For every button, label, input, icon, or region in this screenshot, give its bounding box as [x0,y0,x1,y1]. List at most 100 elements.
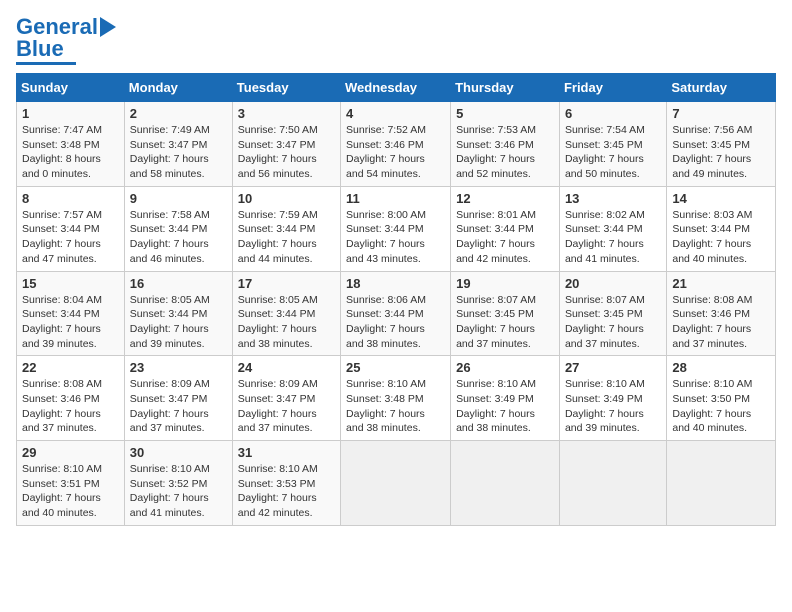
col-header-tuesday: Tuesday [232,74,340,102]
day-info: Sunrise: 8:10 AM Sunset: 3:53 PM Dayligh… [238,462,335,521]
day-number: 20 [565,276,661,291]
day-info: Sunrise: 7:58 AM Sunset: 3:44 PM Dayligh… [130,208,227,267]
day-cell: 3 Sunrise: 7:50 AM Sunset: 3:47 PM Daylig… [232,102,340,187]
day-cell: 31Sunrise: 8:10 AM Sunset: 3:53 PM Dayli… [232,441,340,526]
day-cell: 29 Sunrise: 8:10 AM Sunset: 3:51 PM Dayli… [17,441,125,526]
day-number: 4 [346,106,445,121]
day-info: Sunrise: 8:05 AM Sunset: 3:44 PM Dayligh… [130,293,227,352]
day-info: Sunrise: 8:06 AM Sunset: 3:44 PM Dayligh… [346,293,445,352]
day-cell: 16 Sunrise: 8:05 AM Sunset: 3:44 PM Dayli… [124,271,232,356]
day-cell: 1 Sunrise: 7:47 AM Sunset: 3:48 PM Daylig… [17,102,125,187]
day-number: 23 [130,360,227,375]
day-number: 1 [22,106,119,121]
day-number: 18 [346,276,445,291]
day-cell: 4 Sunrise: 7:52 AM Sunset: 3:46 PM Daylig… [341,102,451,187]
col-header-friday: Friday [559,74,666,102]
day-cell: 6 Sunrise: 7:54 AM Sunset: 3:45 PM Daylig… [559,102,666,187]
day-number: 30 [130,445,227,460]
day-cell: 15 Sunrise: 8:04 AM Sunset: 3:44 PM Dayli… [17,271,125,356]
day-number: 27 [565,360,661,375]
day-cell: 8Sunrise: 7:57 AM Sunset: 3:44 PM Daylig… [17,186,125,271]
day-number: 26 [456,360,554,375]
logo-arrow-icon [100,17,116,37]
week-row-2: 8Sunrise: 7:57 AM Sunset: 3:44 PM Daylig… [17,186,776,271]
day-number: 10 [238,191,335,206]
col-header-sunday: Sunday [17,74,125,102]
day-info: Sunrise: 8:00 AM Sunset: 3:44 PM Dayligh… [346,208,445,267]
day-cell: 27 Sunrise: 8:10 AM Sunset: 3:49 PM Dayli… [559,356,666,441]
day-info: Sunrise: 8:10 AM Sunset: 3:51 PM Dayligh… [22,462,119,521]
col-header-monday: Monday [124,74,232,102]
day-info: Sunrise: 7:56 AM Sunset: 3:45 PM Dayligh… [672,123,770,182]
day-number: 28 [672,360,770,375]
day-cell: 5 Sunrise: 7:53 AM Sunset: 3:46 PM Daylig… [451,102,560,187]
day-cell: 9 Sunrise: 7:58 AM Sunset: 3:44 PM Daylig… [124,186,232,271]
day-cell: 23Sunrise: 8:09 AM Sunset: 3:47 PM Dayli… [124,356,232,441]
day-cell [451,441,560,526]
day-info: Sunrise: 7:49 AM Sunset: 3:47 PM Dayligh… [130,123,227,182]
day-number: 25 [346,360,445,375]
day-cell: 24Sunrise: 8:09 AM Sunset: 3:47 PM Dayli… [232,356,340,441]
day-number: 19 [456,276,554,291]
day-info: Sunrise: 7:54 AM Sunset: 3:45 PM Dayligh… [565,123,661,182]
day-cell: 17 Sunrise: 8:05 AM Sunset: 3:44 PM Dayli… [232,271,340,356]
day-number: 21 [672,276,770,291]
col-header-thursday: Thursday [451,74,560,102]
logo: General Blue [16,16,116,65]
logo-text: General [16,16,98,38]
day-cell [667,441,776,526]
header: General Blue [16,16,776,65]
day-cell: 25 Sunrise: 8:10 AM Sunset: 3:48 PM Dayli… [341,356,451,441]
day-number: 9 [130,191,227,206]
day-cell: 18 Sunrise: 8:06 AM Sunset: 3:44 PM Dayli… [341,271,451,356]
day-cell [341,441,451,526]
day-number: 14 [672,191,770,206]
day-info: Sunrise: 8:10 AM Sunset: 3:52 PM Dayligh… [130,462,227,521]
day-cell: 20 Sunrise: 8:07 AM Sunset: 3:45 PM Dayli… [559,271,666,356]
col-header-saturday: Saturday [667,74,776,102]
day-number: 16 [130,276,227,291]
day-number: 6 [565,106,661,121]
day-cell: 14 Sunrise: 8:03 AM Sunset: 3:44 PM Dayli… [667,186,776,271]
day-info: Sunrise: 8:09 AM Sunset: 3:47 PM Dayligh… [238,377,335,436]
day-info: Sunrise: 8:07 AM Sunset: 3:45 PM Dayligh… [565,293,661,352]
week-row-5: 29 Sunrise: 8:10 AM Sunset: 3:51 PM Dayli… [17,441,776,526]
day-info: Sunrise: 7:53 AM Sunset: 3:46 PM Dayligh… [456,123,554,182]
day-cell [559,441,666,526]
day-info: Sunrise: 8:04 AM Sunset: 3:44 PM Dayligh… [22,293,119,352]
calendar-table: SundayMondayTuesdayWednesdayThursdayFrid… [16,73,776,526]
day-info: Sunrise: 8:03 AM Sunset: 3:44 PM Dayligh… [672,208,770,267]
day-info: Sunrise: 8:10 AM Sunset: 3:50 PM Dayligh… [672,377,770,436]
day-number: 17 [238,276,335,291]
day-info: Sunrise: 8:08 AM Sunset: 3:46 PM Dayligh… [22,377,119,436]
day-cell: 26Sunrise: 8:10 AM Sunset: 3:49 PM Dayli… [451,356,560,441]
day-info: Sunrise: 8:10 AM Sunset: 3:48 PM Dayligh… [346,377,445,436]
day-cell: 7Sunrise: 7:56 AM Sunset: 3:45 PM Daylig… [667,102,776,187]
day-cell: 12 Sunrise: 8:01 AM Sunset: 3:44 PM Dayli… [451,186,560,271]
day-info: Sunrise: 8:01 AM Sunset: 3:44 PM Dayligh… [456,208,554,267]
day-info: Sunrise: 8:10 AM Sunset: 3:49 PM Dayligh… [565,377,661,436]
day-info: Sunrise: 7:59 AM Sunset: 3:44 PM Dayligh… [238,208,335,267]
day-info: Sunrise: 7:57 AM Sunset: 3:44 PM Dayligh… [22,208,119,267]
day-cell: 19 Sunrise: 8:07 AM Sunset: 3:45 PM Dayli… [451,271,560,356]
day-info: Sunrise: 7:50 AM Sunset: 3:47 PM Dayligh… [238,123,335,182]
day-number: 3 [238,106,335,121]
day-number: 5 [456,106,554,121]
day-cell: 2Sunrise: 7:49 AM Sunset: 3:47 PM Daylig… [124,102,232,187]
day-info: Sunrise: 8:08 AM Sunset: 3:46 PM Dayligh… [672,293,770,352]
day-number: 15 [22,276,119,291]
day-info: Sunrise: 8:05 AM Sunset: 3:44 PM Dayligh… [238,293,335,352]
day-number: 13 [565,191,661,206]
day-info: Sunrise: 7:47 AM Sunset: 3:48 PM Dayligh… [22,123,119,182]
day-number: 29 [22,445,119,460]
day-cell: 30 Sunrise: 8:10 AM Sunset: 3:52 PM Dayli… [124,441,232,526]
logo-underline [16,62,76,65]
day-cell: 21 Sunrise: 8:08 AM Sunset: 3:46 PM Dayli… [667,271,776,356]
day-cell: 10 Sunrise: 7:59 AM Sunset: 3:44 PM Dayli… [232,186,340,271]
day-cell: 13Sunrise: 8:02 AM Sunset: 3:44 PM Dayli… [559,186,666,271]
logo-blue-text: Blue [16,38,64,60]
week-row-3: 15 Sunrise: 8:04 AM Sunset: 3:44 PM Dayli… [17,271,776,356]
day-number: 12 [456,191,554,206]
day-info: Sunrise: 8:07 AM Sunset: 3:45 PM Dayligh… [456,293,554,352]
day-info: Sunrise: 7:52 AM Sunset: 3:46 PM Dayligh… [346,123,445,182]
